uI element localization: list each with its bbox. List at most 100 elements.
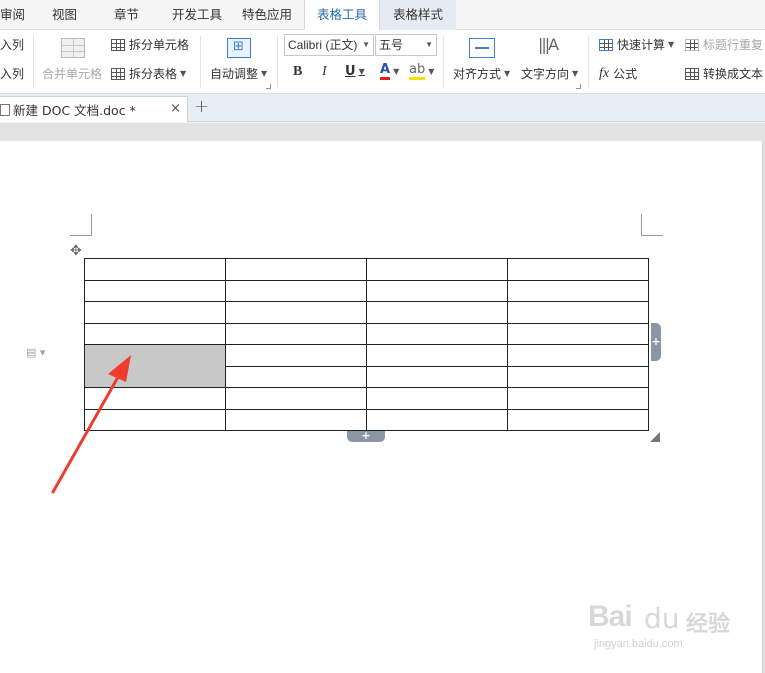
table-row: [84, 279, 649, 302]
italic-button[interactable]: I: [322, 64, 327, 80]
table-cell[interactable]: [507, 387, 649, 410]
table-cell[interactable]: [225, 387, 367, 410]
add-row-handle[interactable]: +: [347, 430, 385, 442]
document-table: [84, 258, 649, 431]
ribbon-separator: [277, 36, 278, 88]
ribbon-separator: [443, 36, 444, 88]
auto-adjust-label: 自动调整: [210, 67, 259, 81]
text-direction-button[interactable]: 文字方向 ▼: [521, 65, 578, 82]
group-launcher-icon[interactable]: [266, 84, 271, 89]
table-cell[interactable]: [507, 344, 649, 367]
table-cell[interactable]: [84, 258, 226, 281]
table-cell[interactable]: [366, 301, 508, 324]
table-cell[interactable]: [366, 258, 508, 281]
menu-features[interactable]: 特色应用: [232, 0, 304, 30]
table-cell[interactable]: [507, 365, 649, 388]
insert-col-right-button[interactable]: 入列: [0, 65, 24, 82]
menu-review[interactable]: 审阅: [0, 0, 42, 30]
table-cell[interactable]: [366, 408, 508, 431]
document-tab-title: 新建 DOC 文档.doc *: [13, 103, 136, 118]
chevron-down-icon: ▼: [428, 67, 435, 76]
align-button[interactable]: 对齐方式 ▼: [453, 65, 510, 82]
table-move-icon[interactable]: ✥: [70, 243, 82, 259]
add-tab-icon[interactable]: +: [194, 96, 209, 117]
table-cell[interactable]: [225, 301, 367, 324]
chevron-down-icon: ▼: [393, 67, 400, 76]
font-color-icon: A: [380, 63, 391, 80]
table-cell[interactable]: [84, 322, 226, 345]
split-table-icon: [111, 67, 125, 80]
paragraph-layout-icon[interactable]: ▤ ▾: [26, 346, 45, 359]
quick-calc-button[interactable]: 快速计算 ▼: [599, 36, 674, 53]
chevron-down-icon: ▼: [261, 69, 268, 78]
insert-col-left-button[interactable]: 入列: [0, 36, 24, 53]
watermark-brand: Bai: [588, 600, 633, 633]
ribbon-separator: [200, 36, 201, 88]
italic-icon: I: [322, 64, 327, 79]
table-row: [84, 258, 649, 281]
table-cell[interactable]: [84, 279, 226, 302]
table-cell[interactable]: [366, 344, 508, 367]
menu-developer[interactable]: 开发工具: [162, 0, 232, 30]
convert-to-text-label: 转换成文本: [703, 67, 764, 81]
watermark-url: jingyan.baidu.com: [594, 638, 683, 650]
table-cell[interactable]: [366, 387, 508, 410]
calculator-icon: [599, 38, 613, 51]
table-cell[interactable]: [366, 279, 508, 302]
chevron-down-icon: ▼: [668, 40, 675, 49]
document-tab[interactable]: 新建 DOC 文档.doc * ×: [0, 96, 188, 122]
merged-selected-cell[interactable]: [84, 344, 226, 388]
table-cell[interactable]: [507, 322, 649, 345]
table-cell[interactable]: [225, 408, 367, 431]
font-size-value: 五号: [379, 38, 404, 52]
chevron-down-icon: ▼: [425, 40, 433, 49]
font-name-select[interactable]: Calibri (正文) ▼: [284, 34, 374, 56]
font-color-button[interactable]: A ▼: [380, 63, 399, 80]
table-cell[interactable]: [225, 344, 367, 367]
table-row: [84, 344, 649, 388]
tab-table-style[interactable]: 表格样式: [380, 0, 456, 30]
formula-button[interactable]: fx 公式: [599, 65, 637, 82]
table-cell[interactable]: [84, 408, 226, 431]
table-cell[interactable]: [225, 258, 367, 281]
insert-col-left-label: 入列: [0, 38, 25, 52]
bold-button[interactable]: B: [293, 64, 302, 80]
split-cells-icon: [111, 38, 125, 51]
table-cell[interactable]: [507, 279, 649, 302]
merge-cells-button[interactable]: 合并单元格: [42, 65, 102, 82]
table-cell[interactable]: [366, 322, 508, 345]
tab-table-tools[interactable]: 表格工具: [304, 0, 380, 31]
underline-button[interactable]: U ▼: [345, 64, 365, 79]
table-cell[interactable]: [366, 365, 508, 388]
chevron-down-icon: ▼: [572, 69, 579, 78]
ribbon-separator: [588, 36, 589, 88]
auto-adjust-icon: [227, 38, 251, 58]
split-cells-button[interactable]: 拆分单元格: [111, 36, 189, 53]
table-cell[interactable]: [84, 301, 226, 324]
table-cell[interactable]: [225, 322, 367, 345]
highlight-button[interactable]: ab ▼: [409, 63, 434, 80]
table-cell[interactable]: [507, 408, 649, 431]
table-row: [84, 322, 649, 345]
menu-view[interactable]: 视图: [42, 0, 104, 30]
table-row: [84, 408, 649, 431]
table-cell[interactable]: [507, 301, 649, 324]
menu-chapter[interactable]: 章节: [104, 0, 162, 30]
table-cell[interactable]: [84, 387, 226, 410]
auto-adjust-button[interactable]: 自动调整 ▼: [210, 65, 267, 82]
split-table-button[interactable]: 拆分表格 ▼: [111, 65, 186, 82]
highlight-icon: ab: [409, 63, 426, 80]
font-size-select[interactable]: 五号 ▼: [375, 34, 437, 56]
close-tab-icon[interactable]: ×: [170, 101, 181, 116]
group-launcher-icon[interactable]: [576, 84, 581, 89]
page-margin-corner: [70, 214, 92, 236]
repeat-header-button[interactable]: 标题行重复: [685, 36, 763, 53]
table-cell[interactable]: [225, 365, 367, 388]
page-margin-corner: [641, 214, 663, 236]
table-cell[interactable]: [507, 258, 649, 281]
table-cell[interactable]: [225, 279, 367, 302]
quick-calc-label: 快速计算: [617, 38, 666, 52]
add-column-handle[interactable]: +: [651, 323, 661, 361]
convert-to-text-button[interactable]: 转换成文本: [685, 65, 763, 82]
split-cells-label: 拆分单元格: [129, 38, 190, 52]
